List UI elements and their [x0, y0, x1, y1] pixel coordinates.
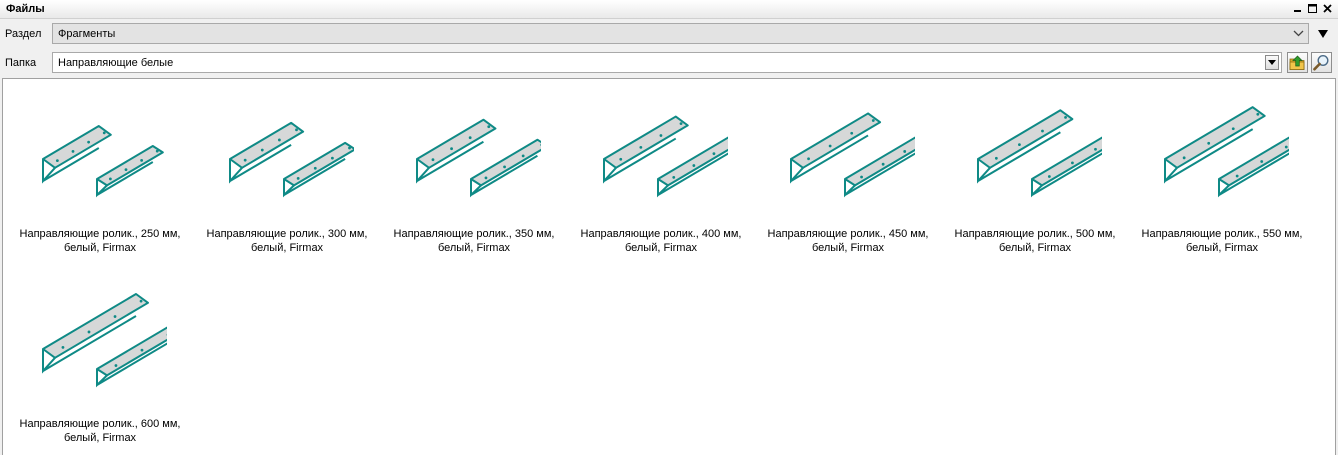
file-item[interactable]: Направляющие ролик., 500 мм, белый, Firma…: [942, 79, 1128, 254]
file-item-label-line2: белый, Firmax: [1185, 242, 1259, 254]
drawer-rail-icon: [603, 115, 728, 198]
drawer-rail-icon: [1164, 106, 1289, 198]
maximize-button[interactable]: [1306, 1, 1319, 16]
drawer-rail-icon: [416, 118, 541, 198]
file-item[interactable]: Направляющие ролик., 450 мм, белый, Firma…: [755, 79, 941, 254]
file-item[interactable]: Направляющие ролик., 250 мм, белый, Firma…: [7, 79, 193, 254]
file-item-label-line2: белый, Firmax: [998, 242, 1072, 254]
file-item-label: Направляющие ролик., 600 мм, белый, Firma…: [7, 417, 193, 445]
magnifier-icon: [1313, 54, 1329, 71]
drawer-rail-icon: [977, 109, 1102, 198]
folder-select-value: Направляющие белые: [58, 57, 174, 69]
folder-label: Папка: [5, 57, 37, 69]
file-item[interactable]: Направляющие ролик., 550 мм, белый, Firma…: [1129, 79, 1315, 254]
file-item[interactable]: Направляющие ролик., 600 мм, белый, Firma…: [7, 269, 193, 444]
window-title: Файлы: [6, 3, 45, 15]
dropdown-arrow-icon[interactable]: [1265, 55, 1279, 70]
file-item-label-line1: Направляющие ролик., 600 мм,: [19, 418, 181, 430]
file-item-label: Направляющие ролик., 350 мм, белый, Firma…: [381, 227, 567, 255]
search-button[interactable]: [1311, 52, 1332, 73]
file-item-label-line1: Направляющие ролик., 500 мм,: [954, 228, 1116, 240]
file-item-label: Направляющие ролик., 300 мм, белый, Firma…: [194, 227, 380, 255]
file-item-label-line2: белый, Firmax: [63, 432, 137, 444]
file-item-label-line2: белый, Firmax: [811, 242, 885, 254]
section-row: Раздел Фрагменты: [0, 21, 1338, 47]
section-select[interactable]: Фрагменты: [52, 23, 1309, 44]
file-browser-view[interactable]: Направляющие ролик., 250 мм, белый, Firma…: [2, 78, 1336, 455]
file-item-label-line1: Направляющие ролик., 300 мм,: [206, 228, 368, 240]
file-item-label: Направляющие ролик., 500 мм, белый, Firma…: [942, 227, 1128, 255]
file-item[interactable]: Направляющие ролик., 350 мм, белый, Firma…: [381, 79, 567, 254]
close-button[interactable]: [1321, 1, 1334, 16]
panel-menu-icon[interactable]: [1316, 28, 1330, 40]
file-item-label: Направляющие ролик., 400 мм, белый, Firma…: [568, 227, 754, 255]
file-item-label: Направляющие ролик., 450 мм, белый, Firma…: [755, 227, 941, 255]
section-label: Раздел: [5, 28, 42, 40]
maximize-icon: [1308, 4, 1317, 13]
chevron-down-icon[interactable]: [1291, 26, 1306, 41]
window-titlebar: Файлы: [0, 0, 1338, 19]
close-icon: [1323, 4, 1332, 13]
drawer-rail-icon: [42, 125, 164, 198]
file-item-label: Направляющие ролик., 250 мм, белый, Firma…: [7, 227, 193, 255]
folder-select[interactable]: Направляющие белые: [52, 52, 1282, 73]
file-item-label-line1: Направляющие ролик., 450 мм,: [767, 228, 929, 240]
file-item-label-line1: Направляющие ролик., 350 мм,: [393, 228, 555, 240]
file-item-label-line1: Направляющие ролик., 550 мм,: [1141, 228, 1303, 240]
folder-up-icon: [1289, 55, 1305, 70]
minimize-icon: [1294, 10, 1301, 12]
folder-up-button[interactable]: [1287, 52, 1308, 73]
file-item[interactable]: Направляющие ролик., 400 мм, белый, Firma…: [568, 79, 754, 254]
drawer-rail-icon: [790, 112, 915, 198]
file-item-label-line1: Направляющие ролик., 250 мм,: [19, 228, 181, 240]
file-item-label-line1: Направляющие ролик., 400 мм,: [580, 228, 742, 240]
drawer-rail-icon: [229, 121, 354, 198]
file-item-label-line2: белый, Firmax: [437, 242, 511, 254]
file-item-label-line2: белый, Firmax: [250, 242, 324, 254]
drawer-rail-icon: [42, 293, 167, 388]
file-item-label-line2: белый, Firmax: [624, 242, 698, 254]
file-item-label: Направляющие ролик., 550 мм, белый, Firma…: [1129, 227, 1315, 255]
file-item[interactable]: Направляющие ролик., 300 мм, белый, Firma…: [194, 79, 380, 254]
minimize-button[interactable]: [1291, 1, 1304, 16]
folder-row: Папка Направляющие белые: [0, 50, 1338, 76]
file-item-label-line2: белый, Firmax: [63, 242, 137, 254]
window-controls: [1291, 1, 1334, 16]
section-select-value: Фрагменты: [58, 28, 116, 40]
